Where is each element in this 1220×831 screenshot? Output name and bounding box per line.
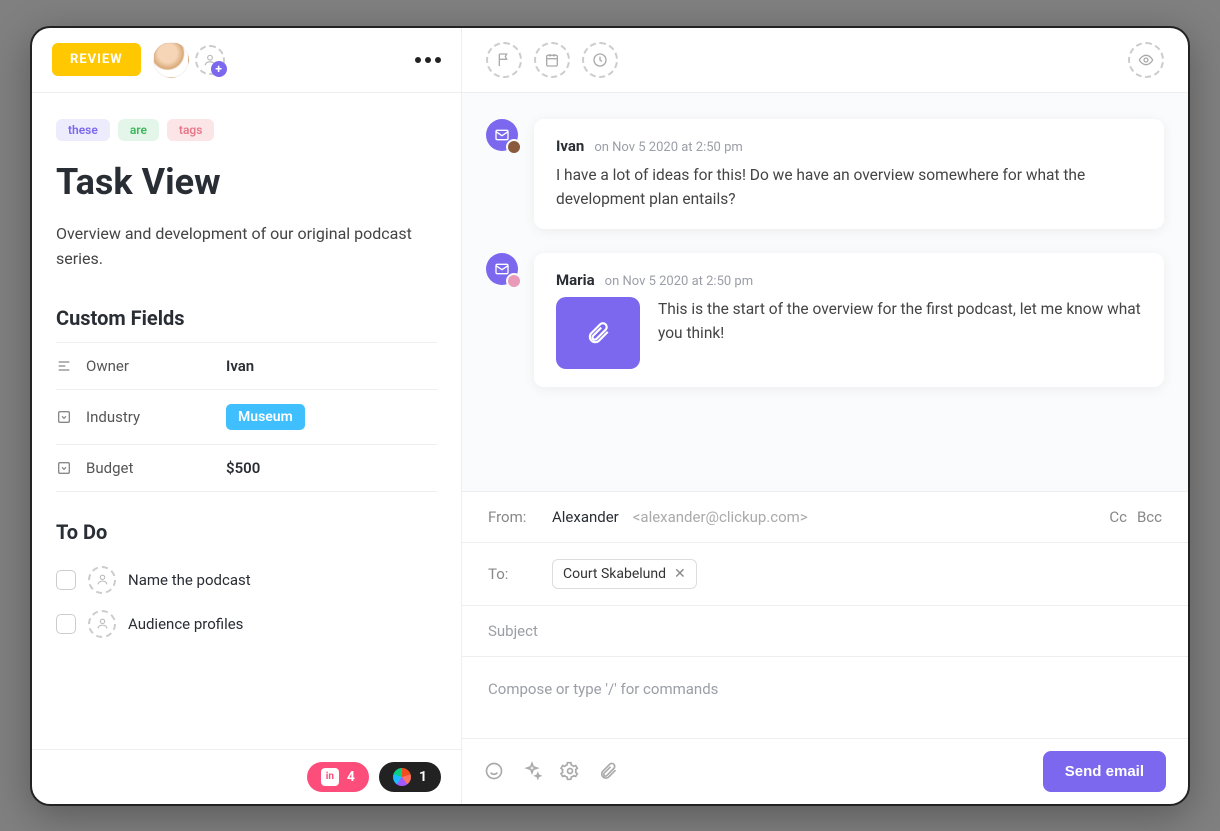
field-value: Ivan [226,357,254,375]
comment-thread: Ivan on Nov 5 2020 at 2:50 pm I have a l… [462,93,1188,491]
from-email: <alexander@clickup.com> [633,508,808,526]
more-menu-button[interactable] [415,57,441,63]
field-budget[interactable]: Budget $500 [56,445,437,492]
dropdown-icon [56,409,72,425]
subject-row[interactable] [462,606,1188,657]
comment-bubble[interactable]: Maria on Nov 5 2020 at 2:50 pm This is t… [534,253,1164,387]
email-icon [486,253,518,285]
task-header: REVIEW + [32,28,461,93]
comment-time: on Nov 5 2020 at 2:50 pm [605,274,753,289]
task-panel: REVIEW + these are tags Task View Overvi… [32,28,462,804]
task-modal: REVIEW + these are tags Task View Overvi… [30,26,1190,806]
ai-icon[interactable] [522,761,542,781]
flag-button[interactable] [486,42,522,78]
comment-author: Ivan [556,137,584,155]
checkbox[interactable] [56,570,76,590]
checkbox[interactable] [56,614,76,634]
subject-input[interactable] [488,622,1162,640]
custom-fields: Owner Ivan Industry Museum Budget $500 [56,342,437,492]
email-composer: From: Alexander <alexander@clickup.com> … [462,491,1188,804]
date-button[interactable] [534,42,570,78]
tag[interactable]: these [56,119,110,141]
todo-label: Audience profiles [128,615,243,633]
comment: Ivan on Nov 5 2020 at 2:50 pm I have a l… [486,119,1164,229]
email-icon [486,119,518,151]
field-owner[interactable]: Owner Ivan [56,343,437,390]
watch-button[interactable] [1128,42,1164,78]
add-assignee-icon[interactable] [88,610,116,638]
emoji-icon[interactable] [484,761,504,781]
cc-button[interactable]: Cc [1109,508,1127,526]
task-body: these are tags Task View Overview and de… [32,93,461,749]
assignee-avatar[interactable] [153,42,189,78]
pill-count: 1 [419,769,427,785]
task-description[interactable]: Overview and development of our original… [56,221,437,272]
author-avatar [506,139,522,155]
custom-fields-heading: Custom Fields [56,306,437,330]
field-label: Industry [86,408,226,426]
comment-text: I have a lot of ideas for this! Do we ha… [556,163,1142,211]
send-email-button[interactable]: Send email [1043,751,1166,792]
composer-toolbar: Send email [462,739,1188,804]
time-button[interactable] [582,42,618,78]
from-label: From: [488,508,538,526]
settings-icon[interactable] [560,761,580,781]
plus-icon: + [211,61,227,77]
field-label: Owner [86,357,226,375]
comment-bubble[interactable]: Ivan on Nov 5 2020 at 2:50 pm I have a l… [534,119,1164,229]
recipient-chip[interactable]: Court Skabelund ✕ [552,559,697,589]
text-icon [56,358,72,374]
tag[interactable]: tags [167,119,214,141]
add-assignee-button[interactable]: + [195,45,225,75]
todo-item[interactable]: Name the podcast [56,558,437,602]
comment-author: Maria [556,271,595,289]
recipient-name: Court Skabelund [563,566,666,582]
invision-icon: in [321,768,339,786]
field-industry[interactable]: Industry Museum [56,390,437,445]
comment-text: This is the start of the overview for th… [658,297,1142,345]
body-input[interactable] [488,680,1162,698]
todo-heading: To Do [56,520,437,544]
todo-item[interactable]: Audience profiles [56,602,437,646]
from-name: Alexander [552,508,619,526]
todo-label: Name the podcast [128,571,251,589]
task-footer: in 4 1 [32,749,461,804]
invision-integration-pill[interactable]: in 4 [307,762,369,792]
to-label: To: [488,565,538,583]
comment: Maria on Nov 5 2020 at 2:50 pm This is t… [486,253,1164,387]
activity-panel: Ivan on Nov 5 2020 at 2:50 pm I have a l… [462,28,1188,804]
figma-icon [393,768,411,786]
pill-count: 4 [347,769,355,785]
task-title[interactable]: Task View [56,161,437,203]
activity-header [462,28,1188,93]
figma-integration-pill[interactable]: 1 [379,762,441,792]
status-badge[interactable]: REVIEW [52,43,141,76]
attachment-icon[interactable] [556,297,640,369]
field-value: $500 [226,459,260,477]
remove-recipient-icon[interactable]: ✕ [674,566,686,582]
tag-list: these are tags [56,119,437,141]
attach-icon[interactable] [598,761,618,781]
todo-list: Name the podcast Audience profiles [56,558,437,646]
field-value: Museum [226,404,305,430]
to-row[interactable]: To: Court Skabelund ✕ [462,543,1188,606]
field-label: Budget [86,459,226,477]
tag[interactable]: are [118,119,159,141]
bcc-button[interactable]: Bcc [1137,508,1162,526]
add-assignee-icon[interactable] [88,566,116,594]
dropdown-icon [56,460,72,476]
body-row[interactable] [462,657,1188,739]
from-row: From: Alexander <alexander@clickup.com> … [462,492,1188,543]
comment-time: on Nov 5 2020 at 2:50 pm [594,140,742,155]
author-avatar [506,273,522,289]
